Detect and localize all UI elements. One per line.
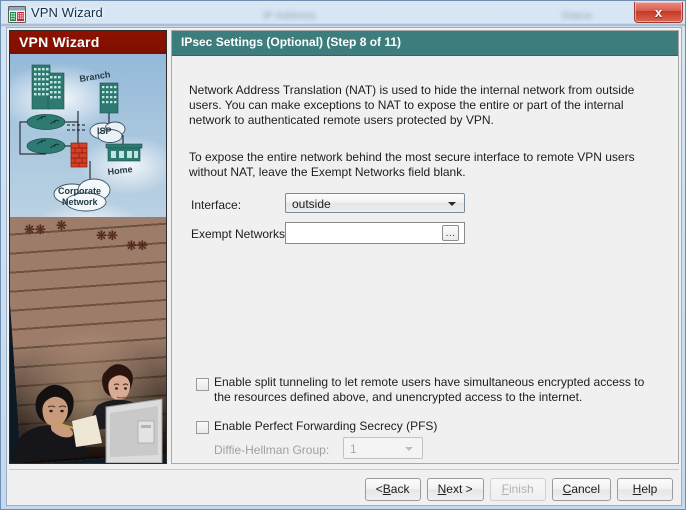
interface-select[interactable]: outside [285, 193, 465, 213]
description-paragraph-1: Network Address Translation (NAT) is use… [189, 83, 635, 127]
help-button-suffix: elp [641, 482, 658, 496]
svg-text:Network: Network [62, 197, 99, 207]
people-at-computer-graphic [12, 364, 163, 463]
back-button-suffix: ack [390, 482, 410, 496]
svg-text:Home: Home [107, 164, 133, 177]
foliage-icon: ❋❋ [96, 228, 118, 243]
illustration-banner: VPN Wizard [10, 31, 166, 54]
finish-button: Finish [489, 477, 546, 501]
cancel-button-mnemonic: C [562, 482, 572, 496]
ellipsis-icon: ... [445, 227, 456, 239]
close-icon: x [654, 4, 663, 20]
finish-button-suffix: inish [508, 482, 534, 496]
pfs-checkbox[interactable] [196, 421, 209, 434]
chevron-down-icon [448, 202, 456, 206]
split-tunneling-label[interactable]: Enable split tunneling to let remote use… [214, 375, 664, 405]
footer-divider [9, 469, 679, 470]
network-diagram-graphic: Branch ISP Home Corporate Network [19, 64, 143, 212]
illustration-banner-label: VPN Wizard [19, 34, 100, 50]
step-header: IPsec Settings (Optional) (Step 8 of 11) [172, 31, 678, 56]
back-button-mnemonic: B [382, 482, 391, 496]
exempt-networks-input[interactable] [285, 222, 465, 244]
wizard-button-bar: < Back Next > Finish Cancel Help [7, 474, 681, 504]
chevron-down-icon [405, 447, 413, 451]
next-button-mnemonic: N [437, 482, 447, 496]
help-button[interactable]: Help [617, 477, 673, 501]
cancel-button[interactable]: Cancel [551, 477, 611, 501]
finish-button-mnemonic: F [501, 482, 509, 496]
interface-selected-value: outside [292, 197, 331, 211]
exempt-networks-browse-button[interactable]: ... [442, 225, 459, 241]
wizard-illustration-panel: Branch ISP Home Corporate Network ❋❋ ❋ ❋… [9, 30, 167, 464]
help-button-mnemonic: H [632, 482, 642, 496]
exempt-networks-label: Exempt Networks: [191, 227, 289, 241]
window-title: VPN Wizard [31, 5, 103, 20]
pfs-label[interactable]: Enable Perfect Forwarding Secrecy (PFS) [214, 419, 437, 434]
svg-text:Branch: Branch [79, 69, 111, 84]
vpn-wizard-window: IP Address Status VPN Wizard x Branch IS… [0, 0, 686, 510]
svg-text:Corporate: Corporate [58, 186, 101, 196]
diffie-hellman-group-label: Diffie-Hellman Group: [214, 443, 330, 457]
illustration-photo: ❋❋ ❋ ❋❋ ❋❋ [10, 217, 166, 463]
diffie-hellman-group-select: 1 [343, 437, 423, 459]
cancel-button-suffix: ancel [571, 482, 600, 496]
svg-text:ISP: ISP [97, 126, 112, 136]
title-bar: VPN Wizard x [1, 1, 686, 27]
diffie-hellman-selected-value: 1 [350, 442, 357, 456]
back-button-prefix: < [375, 482, 383, 496]
interface-label: Interface: [191, 198, 242, 212]
wizard-content-pane: IPsec Settings (Optional) (Step 8 of 11)… [171, 30, 679, 464]
next-button[interactable]: Next > [426, 477, 484, 501]
split-tunneling-checkbox[interactable] [196, 378, 209, 391]
foliage-icon: ❋❋ [126, 238, 148, 253]
dialog-client-area: Branch ISP Home Corporate Network ❋❋ ❋ ❋… [6, 27, 682, 506]
step-title: IPsec Settings (Optional) (Step 8 of 11) [181, 35, 402, 49]
close-button[interactable]: x [634, 2, 683, 23]
next-button-suffix: ext > [446, 482, 473, 496]
description-paragraph-2: To expose the entire network behind the … [189, 150, 635, 179]
vpn-wizard-icon [8, 6, 26, 23]
back-button[interactable]: < Back [364, 477, 421, 501]
